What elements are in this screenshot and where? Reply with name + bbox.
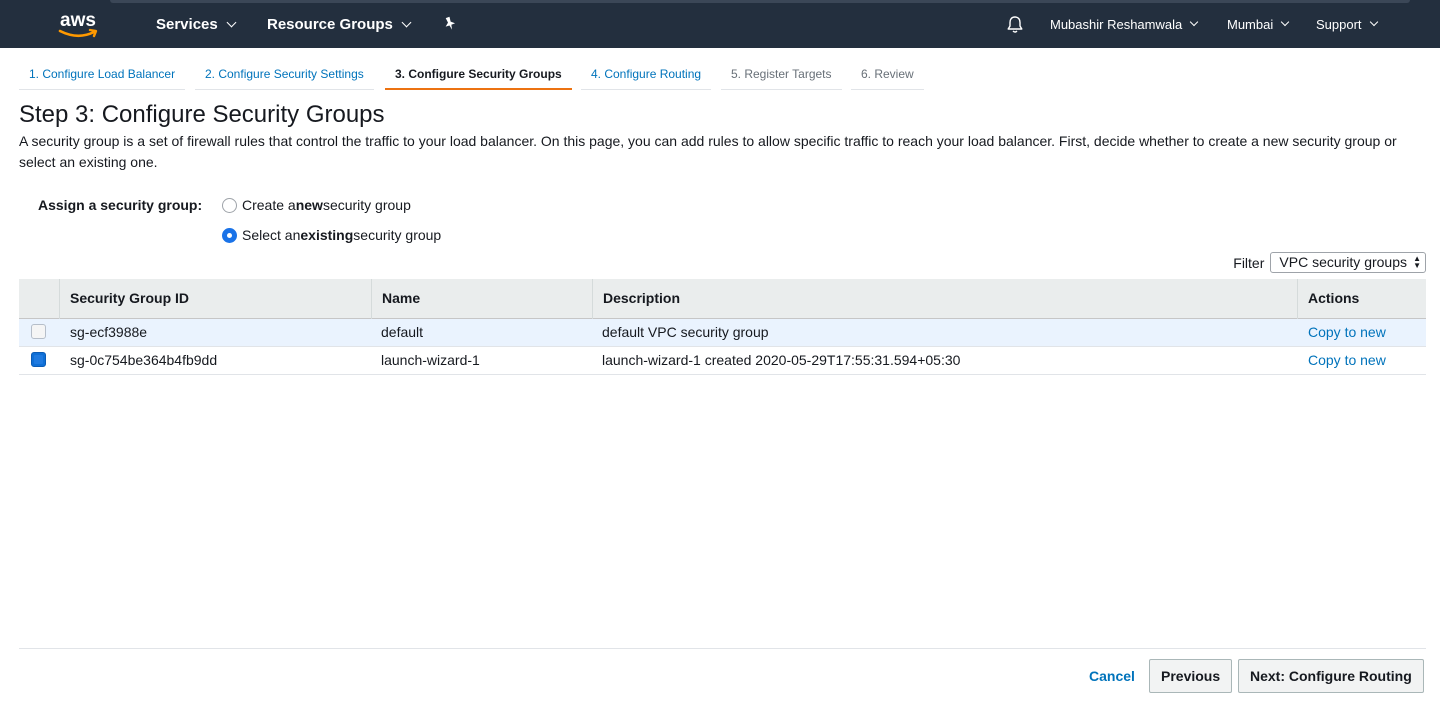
radio-create-new[interactable]	[222, 197, 237, 213]
option-new-post: security group	[322, 197, 411, 213]
footer-divider	[19, 648, 1426, 649]
security-group-description: default VPC security group	[602, 324, 769, 340]
step-configure-security-settings[interactable]: 2. Configure Security Settings	[195, 61, 374, 90]
step-configure-routing[interactable]: 4. Configure Routing	[581, 61, 712, 90]
resource-groups-menu[interactable]: Resource Groups	[267, 0, 412, 48]
security-group-name: default	[381, 324, 424, 340]
notifications-button[interactable]	[1006, 0, 1024, 48]
filter-control: Filter VPC security groups ▲ ▼	[1233, 252, 1426, 273]
row-checkbox[interactable]	[31, 352, 46, 367]
radio-select-existing[interactable]	[222, 227, 237, 243]
aws-logo[interactable]: aws	[58, 11, 104, 42]
select-existing-security-group-option[interactable]: Select an existing security group	[222, 225, 441, 245]
option-existing-pre: Select an	[242, 227, 301, 243]
page-title: Step 3: Configure Security Groups	[19, 101, 385, 128]
step-configure-load-balancer[interactable]: 1. Configure Load Balancer	[19, 61, 186, 90]
option-new-bold: new	[295, 197, 323, 213]
next-configure-routing-button[interactable]: Next: Configure Routing	[1238, 659, 1424, 693]
chevron-down-icon	[1189, 17, 1199, 27]
filter-select[interactable]: VPC security groups ▲ ▼	[1270, 252, 1426, 273]
security-group-description: launch-wizard-1 created 2020-05-29T17:55…	[602, 352, 961, 368]
option-existing-post: security group	[353, 227, 442, 243]
security-groups-table: Security Group ID Name Description Actio…	[19, 279, 1426, 375]
column-security-group-id[interactable]: Security Group ID	[59, 279, 371, 319]
step-review: 6. Review	[851, 61, 924, 90]
security-group-name: launch-wizard-1	[381, 352, 480, 368]
create-new-security-group-option[interactable]: Create a new security group	[222, 195, 411, 215]
bell-icon	[1007, 15, 1023, 33]
step-configure-security-groups[interactable]: 3. Configure Security Groups	[385, 61, 572, 90]
column-name[interactable]: Name	[371, 279, 592, 319]
select-column-header	[19, 279, 59, 319]
pin-button[interactable]	[443, 0, 457, 48]
aws-smile-icon	[58, 28, 98, 38]
region-menu[interactable]: Mumbai	[1227, 0, 1290, 48]
copy-to-new-link[interactable]: Copy to new	[1308, 347, 1386, 374]
select-arrows-icon: ▲ ▼	[1413, 254, 1421, 270]
resource-groups-label: Resource Groups	[267, 15, 393, 33]
table-header: Security Group ID Name Description Actio…	[19, 279, 1426, 319]
chevron-down-icon	[401, 17, 412, 27]
previous-button[interactable]: Previous	[1149, 659, 1233, 693]
account-menu[interactable]: Mubashir Reshamwala	[1050, 0, 1199, 48]
option-existing-bold: existing	[300, 227, 354, 243]
cancel-button[interactable]: Cancel	[1089, 665, 1135, 687]
security-group-id: sg-ecf3988e	[70, 324, 148, 340]
row-checkbox[interactable]	[31, 324, 46, 339]
pin-icon	[445, 16, 456, 30]
column-actions: Actions	[1297, 279, 1426, 319]
chevron-down-icon	[226, 17, 237, 27]
copy-to-new-link[interactable]: Copy to new	[1308, 319, 1386, 346]
assign-security-group-label: Assign a security group:	[38, 197, 203, 213]
account-name: Mubashir Reshamwala	[1050, 16, 1183, 32]
services-menu[interactable]: Services	[156, 0, 237, 48]
support-label: Support	[1316, 16, 1362, 32]
filter-label: Filter	[1233, 254, 1265, 271]
page-description: A security group is a set of firewall ru…	[19, 133, 1397, 170]
region-name: Mumbai	[1227, 16, 1274, 32]
security-group-id: sg-0c754be364b4fb9dd	[70, 352, 218, 368]
filter-select-value: VPC security groups	[1279, 254, 1407, 270]
table-row[interactable]: sg-0c754be364b4fb9dd launch-wizard-1 lau…	[19, 347, 1426, 375]
chevron-down-icon	[1281, 17, 1290, 27]
support-menu[interactable]: Support	[1316, 0, 1378, 48]
top-navigation-bar: aws Services Resource Groups Mubashir Re…	[0, 0, 1440, 48]
step-register-targets: 5. Register Targets	[721, 61, 842, 90]
chevron-down-icon	[1369, 17, 1378, 27]
table-row[interactable]: sg-ecf3988e default default VPC security…	[19, 319, 1426, 347]
column-description[interactable]: Description	[592, 279, 1297, 319]
option-new-pre: Create a	[242, 197, 296, 213]
services-label: Services	[156, 15, 218, 33]
